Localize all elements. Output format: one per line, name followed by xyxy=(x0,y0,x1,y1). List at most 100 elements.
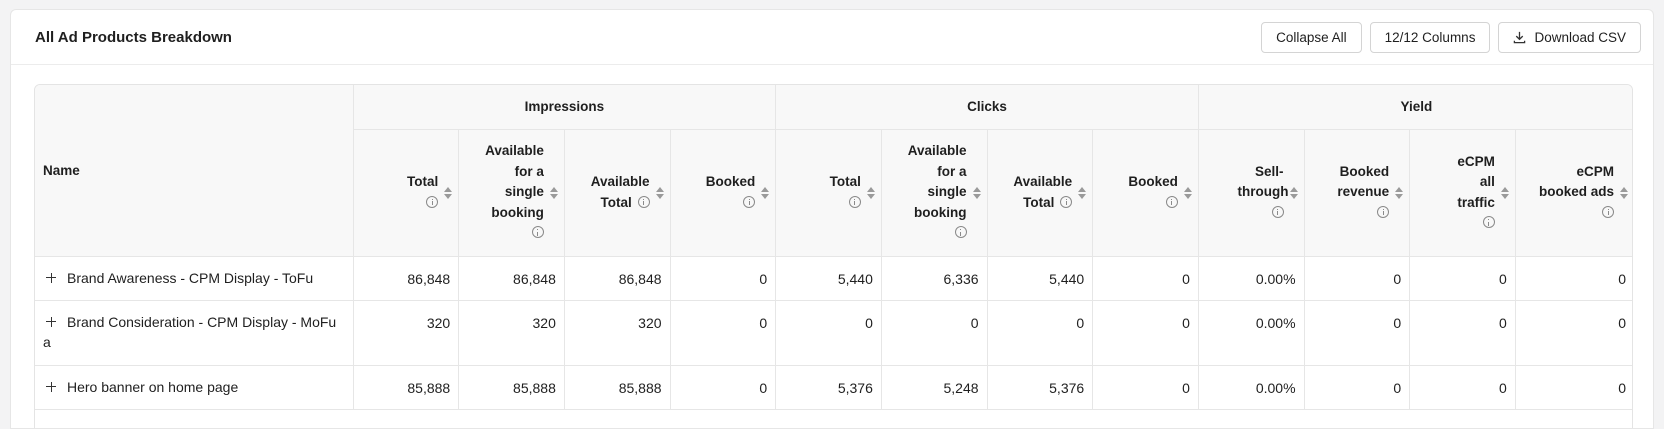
sort-icon[interactable] xyxy=(866,186,875,199)
table-row: Brand Consideration - CPM Display - MoFu… xyxy=(35,300,1632,366)
cell-clicks-available-for-a-single-booking: 6,336 xyxy=(881,256,988,301)
column-header-yield-sell-through[interactable]: Sell-through xyxy=(1198,129,1305,257)
cell-clicks-available-total: 5,376 xyxy=(987,365,1094,410)
cell-impressions-available-total: 85,888 xyxy=(564,365,671,410)
cell-yield-ecpm-booked-ads: 0 xyxy=(1515,365,1632,410)
info-icon[interactable] xyxy=(426,195,439,208)
download-csv-button[interactable]: Download CSV xyxy=(1498,21,1641,53)
sort-icon[interactable] xyxy=(1289,186,1298,199)
info-icon[interactable] xyxy=(1377,205,1390,218)
expand-row-icon[interactable] xyxy=(43,270,59,286)
expand-row-icon[interactable] xyxy=(43,379,59,395)
columns-label: 12/12 Columns xyxy=(1384,29,1476,45)
column-header-label: Booked revenue xyxy=(1337,163,1390,200)
cell-clicks-available-total: 5,440 xyxy=(987,256,1094,301)
column-header-clicks-booked[interactable]: Booked xyxy=(1092,129,1199,257)
sort-icon[interactable] xyxy=(972,186,981,199)
column-header-label: Available for a single booking xyxy=(907,143,967,220)
name-column-header[interactable]: Name xyxy=(35,85,354,257)
column-header-clicks-total[interactable]: Total xyxy=(775,129,882,257)
info-icon[interactable] xyxy=(848,195,861,208)
info-icon[interactable] xyxy=(637,195,650,208)
sort-icon[interactable] xyxy=(1620,186,1628,199)
info-icon[interactable] xyxy=(954,226,967,239)
column-header-label: eCPM all traffic xyxy=(1457,153,1495,210)
column-header-label: Sell-through xyxy=(1237,163,1289,200)
group-header-impressions: Impressions xyxy=(353,85,777,130)
card-header: All Ad Products Breakdown Collapse All 1… xyxy=(11,10,1653,65)
info-icon[interactable] xyxy=(1271,205,1284,218)
cell-clicks-available-total: 0 xyxy=(987,300,1094,366)
column-header-label: eCPM booked ads xyxy=(1538,163,1614,200)
column-header-yield-booked-revenue[interactable]: Booked revenue xyxy=(1304,129,1411,257)
collapse-all-label: Collapse All xyxy=(1276,29,1347,45)
cell-clicks-total: 0 xyxy=(775,300,882,366)
sort-icon[interactable] xyxy=(761,186,770,199)
row-name: Hero banner on home page xyxy=(67,378,239,395)
cell-impressions-booked: 0 xyxy=(670,365,777,410)
cell-yield-sell-through: 0.00% xyxy=(1198,256,1305,301)
header-actions: Collapse All 12/12 Columns Download CSV xyxy=(1261,21,1641,53)
cell-yield-ecpm-all-traffic: 0 xyxy=(1409,300,1516,366)
column-header-yield-ecpm-all-traffic[interactable]: eCPM all traffic xyxy=(1409,129,1516,257)
group-header-row: Name Impressions Clicks Yield xyxy=(35,85,1632,257)
download-icon xyxy=(1514,31,1526,43)
sort-icon[interactable] xyxy=(1500,186,1509,199)
info-icon[interactable] xyxy=(1602,205,1614,218)
cell-yield-sell-through: 0.00% xyxy=(1198,365,1305,410)
cell-impressions-total: 86,848 xyxy=(353,256,460,301)
cell-clicks-booked: 0 xyxy=(1092,365,1199,410)
row-name-cell: Brand Consideration - CPM Display - MoFu… xyxy=(35,300,354,366)
cell-impressions-available-for-a-single-booking: 85,888 xyxy=(458,365,565,410)
cell-yield-sell-through: 0.00% xyxy=(1198,300,1305,366)
info-icon[interactable] xyxy=(1060,195,1073,208)
cell-yield-booked-revenue: 0 xyxy=(1304,365,1411,410)
breakdown-table-container[interactable]: Name Impressions Clicks Yield Total Avai… xyxy=(34,84,1633,428)
info-icon[interactable] xyxy=(531,226,544,239)
cell-impressions-available-for-a-single-booking: 320 xyxy=(458,300,565,366)
cell-clicks-total: 5,376 xyxy=(775,365,882,410)
cell-clicks-total: 5,440 xyxy=(775,256,882,301)
cell-yield-booked-revenue: 0 xyxy=(1304,300,1411,366)
breakdown-table: Name Impressions Clicks Yield Total Avai… xyxy=(35,85,1632,410)
sort-icon[interactable] xyxy=(1183,186,1192,199)
column-header-label: Total xyxy=(829,174,861,189)
cell-clicks-booked: 0 xyxy=(1092,256,1199,301)
sort-icon[interactable] xyxy=(1078,186,1087,199)
info-icon[interactable] xyxy=(1165,195,1178,208)
column-header-label: Total xyxy=(406,174,439,189)
cell-impressions-booked: 0 xyxy=(670,300,777,366)
column-header-impressions-total[interactable]: Total xyxy=(353,129,460,257)
table-body: Brand Awareness - CPM Display - ToFu 86,8… xyxy=(35,256,1632,410)
breakdown-card: All Ad Products Breakdown Collapse All 1… xyxy=(10,9,1654,429)
info-icon[interactable] xyxy=(1482,216,1495,228)
column-header-impressions-available-for-a-single-booking[interactable]: Available for a single booking xyxy=(458,129,565,257)
row-name: Brand Awareness - CPM Display - ToFu xyxy=(67,269,314,286)
row-name-cell: Hero banner on home page xyxy=(35,365,354,410)
column-header-clicks-available-for-a-single-booking[interactable]: Available for a single booking xyxy=(881,129,988,257)
sort-icon[interactable] xyxy=(549,186,558,199)
column-header-impressions-booked[interactable]: Booked xyxy=(670,129,777,257)
cell-yield-ecpm-all-traffic: 0 xyxy=(1409,365,1516,410)
cell-impressions-booked: 0 xyxy=(670,256,777,301)
columns-button[interactable]: 12/12 Columns xyxy=(1369,21,1491,53)
sort-icon[interactable] xyxy=(655,186,664,199)
column-header-impressions-available-total[interactable]: Available Total xyxy=(564,129,671,257)
table-row: Hero banner on home page 85,888 85,888 85,8… xyxy=(35,365,1632,410)
table-row: Brand Awareness - CPM Display - ToFu 86,8… xyxy=(35,256,1632,301)
info-icon[interactable] xyxy=(743,195,756,208)
cell-impressions-total: 320 xyxy=(353,300,460,366)
expand-row-icon[interactable] xyxy=(43,314,59,330)
sort-icon[interactable] xyxy=(444,186,453,199)
cell-impressions-available-for-a-single-booking: 86,848 xyxy=(458,256,565,301)
column-header-yield-ecpm-booked-ads[interactable]: eCPM booked ads xyxy=(1515,129,1632,257)
column-header-label: Booked xyxy=(705,174,756,189)
cell-impressions-available-total: 320 xyxy=(564,300,671,366)
group-header-yield: Yield xyxy=(1198,85,1632,130)
cell-yield-ecpm-booked-ads: 0 xyxy=(1515,256,1632,301)
cell-clicks-booked: 0 xyxy=(1092,300,1199,366)
column-header-clicks-available-total[interactable]: Available Total xyxy=(987,129,1094,257)
page-title: All Ad Products Breakdown xyxy=(35,28,232,46)
sort-icon[interactable] xyxy=(1395,186,1404,199)
collapse-all-button[interactable]: Collapse All xyxy=(1261,21,1362,53)
